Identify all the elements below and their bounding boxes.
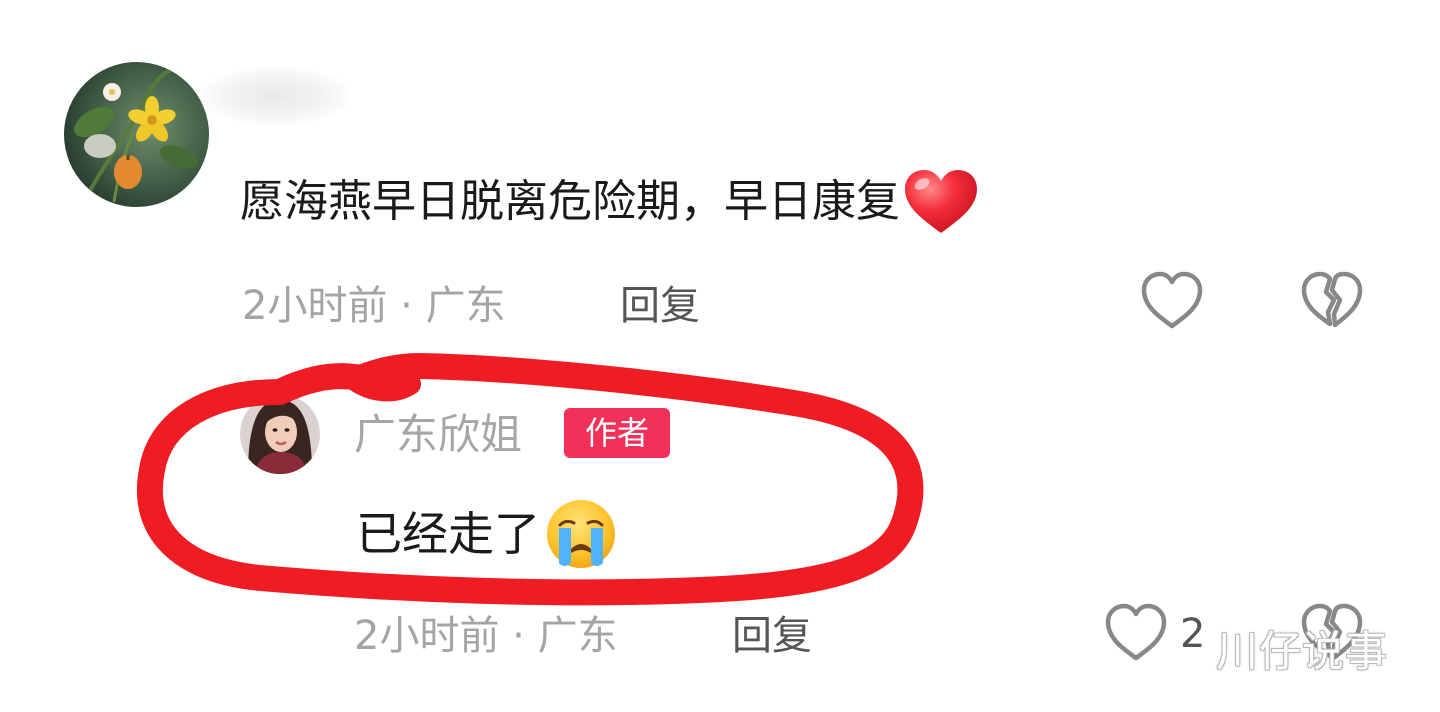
reply-meta: 2小时前 · 广东 bbox=[354, 613, 618, 659]
comment-meta: 2小时前 · 广东 bbox=[242, 283, 506, 329]
comment-dislike-button[interactable] bbox=[1300, 270, 1364, 332]
loudly-crying-face-icon bbox=[547, 500, 615, 568]
author-avatar[interactable] bbox=[240, 394, 320, 474]
red-heart-icon bbox=[905, 170, 977, 233]
author-username[interactable]: 广东欣姐 bbox=[354, 406, 522, 464]
comment-like-button[interactable] bbox=[1140, 270, 1204, 332]
reply-body: 已经走了 bbox=[356, 498, 618, 570]
avatar-image bbox=[64, 62, 209, 207]
avatar-image bbox=[240, 394, 320, 474]
comment-reply-button[interactable]: 回复 bbox=[620, 278, 700, 334]
heart-outline-icon bbox=[1105, 603, 1167, 661]
username-blurred bbox=[200, 66, 350, 126]
commenter-avatar[interactable] bbox=[64, 62, 209, 207]
comment-text: 愿海燕早日脱离危险期，早日康复 bbox=[240, 176, 900, 227]
heart-outline-icon bbox=[1141, 271, 1203, 329]
reply-reply-button[interactable]: 回复 bbox=[732, 608, 812, 664]
reply-like-button[interactable] bbox=[1104, 602, 1168, 664]
comment-body: 愿海燕早日脱离危险期，早日康复 bbox=[240, 170, 980, 234]
reply-text: 已经走了 bbox=[356, 507, 540, 561]
author-badge: 作者 bbox=[564, 408, 670, 458]
reply-like-count: 2 bbox=[1180, 611, 1206, 657]
watermark: 川仔说事 bbox=[1216, 627, 1389, 676]
broken-heart-icon bbox=[1301, 271, 1363, 328]
